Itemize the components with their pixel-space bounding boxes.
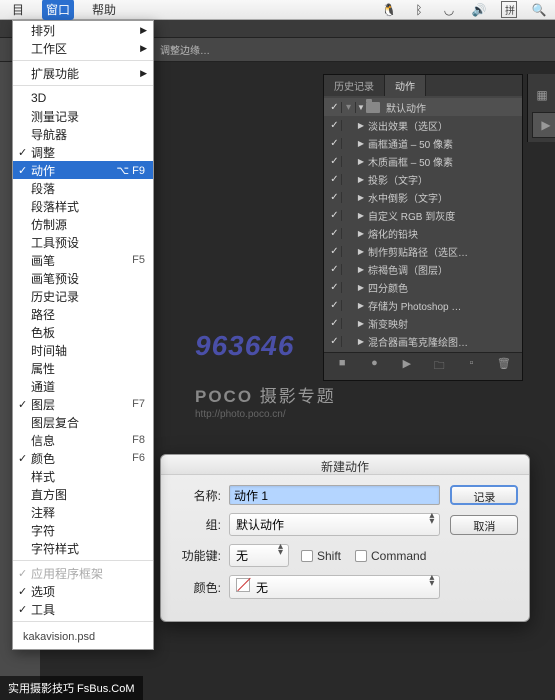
menu-properties[interactable]: 属性	[13, 359, 153, 377]
qq-icon[interactable]: 🐧	[381, 3, 397, 17]
menu-timeline[interactable]: 时间轴	[13, 341, 153, 359]
action-row[interactable]: ✓▶熔化的铅块	[324, 224, 522, 242]
menu-paths[interactable]: 路径	[13, 305, 153, 323]
action-row[interactable]: ✓▶自定义 RGB 到灰度	[324, 206, 522, 224]
action-row[interactable]: ✓▶淡出效果（选区）	[324, 116, 522, 134]
action-row[interactable]: ✓▶投影（文字）	[324, 170, 522, 188]
folder-icon	[366, 102, 380, 113]
new-action-dialog: 新建动作 名称: 组: 默认动作 功能键: 无 Shift Command 颜色…	[160, 454, 530, 622]
color-swatches-icon[interactable]: ▦	[528, 82, 555, 108]
menu-paragraph-styles[interactable]: 段落样式	[13, 197, 153, 215]
actions-list: ✓▾▼默认动作✓▶淡出效果（选区）✓▶画框通道 – 50 像素✓▶木质画框 – …	[324, 96, 522, 352]
footer-watermark: 实用摄影技巧 FsBus.CoM	[0, 676, 143, 700]
cancel-button[interactable]: 取消	[450, 515, 518, 535]
menu-options[interactable]: ✓选项	[13, 582, 153, 600]
menu-tools[interactable]: ✓工具	[13, 600, 153, 618]
menu-histogram[interactable]: 直方图	[13, 485, 153, 503]
record-button[interactable]: 记录	[450, 485, 518, 505]
menu-adjustments[interactable]: ✓调整	[13, 143, 153, 161]
menu-color[interactable]: ✓颜色F6	[13, 449, 153, 467]
menu-paragraph[interactable]: 段落	[13, 179, 153, 197]
name-label: 名称:	[173, 487, 221, 504]
menu-measure-log[interactable]: 测量记录	[13, 107, 153, 125]
menu-app-frame[interactable]: ✓应用程序框架	[13, 564, 153, 582]
menu-arrange[interactable]: 排列	[13, 21, 153, 39]
set-label: 组:	[173, 516, 221, 533]
spotlight-icon[interactable]: 🔍	[531, 3, 547, 17]
menu-channels[interactable]: 通道	[13, 377, 153, 395]
action-row[interactable]: ✓▶渐变映射	[324, 314, 522, 332]
dialog-title: 新建动作	[161, 455, 529, 475]
menu-styles[interactable]: 样式	[13, 467, 153, 485]
action-row[interactable]: ✓▾▼默认动作	[324, 98, 522, 116]
menu-actions[interactable]: ✓动作⌥ F9	[13, 161, 153, 179]
actions-play-icon[interactable]: ▶	[532, 112, 555, 138]
action-row[interactable]: ✓▶制作剪贴路径（选区…	[324, 242, 522, 260]
set-select[interactable]: 默认动作	[229, 513, 440, 536]
fkey-label: 功能键:	[173, 547, 221, 564]
refine-edge-button[interactable]: 调整边缘…	[160, 42, 210, 57]
action-name-input[interactable]	[229, 485, 440, 505]
menu-navigator[interactable]: 导航器	[13, 125, 153, 143]
action-row[interactable]: ✓▶存储为 Photoshop …	[324, 296, 522, 314]
action-row[interactable]: ✓▶混合器画笔克隆绘图…	[324, 332, 522, 350]
action-row[interactable]: ✓▶木质画框 – 50 像素	[324, 152, 522, 170]
action-row[interactable]: ✓▶四分颜色	[324, 278, 522, 296]
none-swatch-icon	[236, 578, 250, 592]
new-action-icon[interactable]: ▫	[462, 357, 480, 376]
menu-document-name[interactable]: kakavision.psd	[13, 625, 153, 649]
menu-info[interactable]: 信息F8	[13, 431, 153, 449]
watermark-brand: POCO 摄影专题 http://photo.poco.cn/	[195, 382, 336, 420]
fkey-select[interactable]: 无	[229, 544, 289, 567]
new-set-icon[interactable]: 🗀	[430, 357, 448, 376]
color-select[interactable]: 无	[229, 575, 440, 599]
menu-tool-presets[interactable]: 工具预设	[13, 233, 153, 251]
menu-clone-source[interactable]: 仿制源	[13, 215, 153, 233]
play-icon[interactable]: ▶	[398, 357, 416, 376]
actions-panel: 历史记录 动作 ✓▾▼默认动作✓▶淡出效果（选区）✓▶画框通道 – 50 像素✓…	[323, 74, 523, 381]
color-label: 颜色:	[173, 579, 221, 596]
action-row[interactable]: ✓▶水中倒影（文字）	[324, 188, 522, 206]
menu-layers[interactable]: ✓图层F7	[13, 395, 153, 413]
menu-brush-presets[interactable]: 画笔预设	[13, 269, 153, 287]
menu-workspace[interactable]: 工作区	[13, 39, 153, 57]
menu-help[interactable]: 帮助	[88, 0, 120, 20]
right-dock-strip: ▦ ▶	[527, 74, 555, 142]
mac-menubar: 目 窗口 帮助 🐧 ᛒ ◡ 🔊 拼 🔍	[0, 0, 555, 20]
action-row[interactable]: ✓▶棕褐色调（图层）	[324, 260, 522, 278]
menu-history[interactable]: 历史记录	[13, 287, 153, 305]
watermark-number: 963646	[195, 330, 294, 362]
tab-history[interactable]: 历史记录	[324, 75, 385, 96]
wifi-icon[interactable]: ◡	[441, 3, 457, 17]
actions-panel-toolbar: ■ ● ▶ 🗀 ▫ 🗑	[324, 352, 522, 380]
window-menu-dropdown: 排列 工作区 扩展功能 3D 测量记录 导航器 ✓调整 ✓动作⌥ F9 段落 段…	[12, 20, 154, 650]
menu-layer-comps[interactable]: 图层复合	[13, 413, 153, 431]
menu-character[interactable]: 字符	[13, 521, 153, 539]
menu-notes[interactable]: 注释	[13, 503, 153, 521]
menu-window[interactable]: 窗口	[42, 0, 74, 20]
ime-indicator[interactable]: 拼	[501, 1, 517, 18]
menu-swatches[interactable]: 色板	[13, 323, 153, 341]
menu-char-styles[interactable]: 字符样式	[13, 539, 153, 557]
shift-checkbox[interactable]: Shift	[301, 549, 341, 563]
command-checkbox[interactable]: Command	[355, 549, 426, 563]
menu-truncated[interactable]: 目	[8, 0, 28, 20]
volume-icon[interactable]: 🔊	[471, 3, 487, 17]
tab-actions[interactable]: 动作	[385, 75, 426, 96]
action-row[interactable]: ✓▶画框通道 – 50 像素	[324, 134, 522, 152]
record-icon[interactable]: ●	[365, 357, 383, 376]
menu-3d[interactable]: 3D	[13, 89, 153, 107]
trash-icon[interactable]: 🗑	[495, 357, 513, 376]
menu-extensions[interactable]: 扩展功能	[13, 64, 153, 82]
bluetooth-icon[interactable]: ᛒ	[411, 3, 427, 17]
menu-brush[interactable]: 画笔F5	[13, 251, 153, 269]
stop-icon[interactable]: ■	[333, 357, 351, 376]
